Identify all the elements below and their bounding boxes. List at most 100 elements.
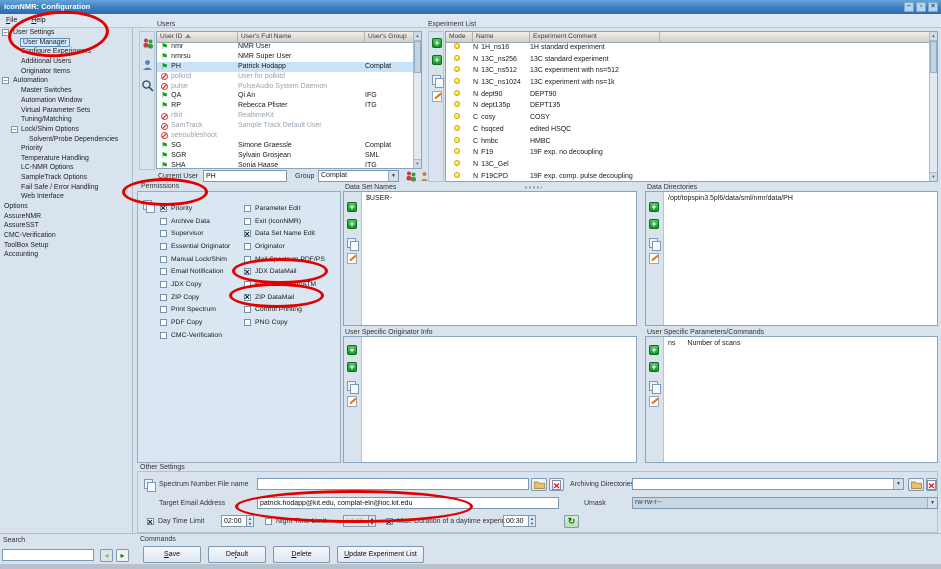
sidebar-item[interactable]: User Settings	[0, 28, 132, 38]
permission-checkbox[interactable]	[244, 256, 251, 263]
experiment-row[interactable]: Chsqced edited HSQC	[446, 124, 929, 136]
permission-checkbox[interactable]	[244, 294, 251, 301]
spinner-arrows-icon[interactable]: ▲▼	[369, 515, 376, 527]
permission-checkbox[interactable]	[244, 319, 251, 326]
user-row[interactable]: ⚑QA Qi An IFG	[157, 91, 413, 101]
permission-checkbox[interactable]	[244, 306, 251, 313]
sidebar-item[interactable]: SampleTrack Options	[0, 173, 132, 183]
night-limit-spinner[interactable]	[343, 515, 369, 527]
sidebar-item[interactable]: CMC-Verification	[0, 231, 132, 241]
user-parameters-list[interactable]: nsNumber of scans	[664, 337, 937, 462]
clear-archive-icon[interactable]	[926, 478, 937, 491]
sidebar-item[interactable]: Tuning/Matching	[0, 115, 132, 125]
refresh-icon[interactable]: ↻	[564, 515, 579, 528]
copy-icon[interactable]	[347, 238, 357, 249]
search-users-icon[interactable]	[141, 79, 154, 94]
experiment-row[interactable]: N13C_ns1024 13C experiment with ns=1k	[446, 77, 929, 89]
chevron-down-icon[interactable]: ▼	[893, 479, 903, 489]
sidebar-item[interactable]: Automation Window	[0, 96, 132, 106]
experiment-row[interactable]: Ccosy COSY	[446, 112, 929, 124]
sidebar-item[interactable]: LC-NMR Options	[0, 163, 132, 173]
experiment-row[interactable]: N13C_ns256 13C standard experiment	[446, 54, 929, 66]
sidebar-item[interactable]: Options	[0, 202, 132, 212]
permission-row[interactable]: Edit Lock/Shim/ATM	[244, 278, 325, 291]
search-input[interactable]	[2, 549, 94, 561]
users-scrollbar[interactable]: ▲ ▼	[413, 32, 421, 168]
experiment-row[interactable]: NF19CPD 19F exp. comp. pulse decoupling	[446, 171, 929, 181]
copy-icon[interactable]	[347, 381, 357, 392]
permission-checkbox[interactable]	[244, 218, 251, 225]
target-email-input[interactable]	[257, 497, 559, 509]
scroll-thumb[interactable]	[414, 41, 421, 73]
sidebar-item[interactable]: Temperature Handling	[0, 154, 132, 164]
list-item[interactable]: /opt/topspin3.5pl6/data/sml/nmr/data/PH	[664, 192, 937, 203]
column-mode[interactable]: Mode	[446, 32, 473, 42]
permission-row[interactable]: Supervisor	[160, 227, 230, 240]
add-icon[interactable]	[347, 345, 357, 355]
permission-row[interactable]: Originator	[244, 240, 325, 253]
user-row[interactable]: ⚑polkitd User for polkitd	[157, 72, 413, 82]
experiment-row[interactable]: Chmbc HMBC	[446, 136, 929, 148]
add-experiment-icon[interactable]	[432, 38, 442, 48]
chevron-down-icon[interactable]: ▼	[388, 171, 398, 181]
permission-row[interactable]: PDF Copy	[160, 316, 230, 329]
list-item[interactable]: $USER-	[362, 192, 636, 203]
edit-experiment-icon[interactable]	[432, 91, 442, 102]
sidebar-item[interactable]: Additional Users	[0, 57, 132, 67]
night-limit-checkbox[interactable]	[265, 518, 272, 525]
experiment-row[interactable]: N13C_Gel	[446, 159, 929, 171]
permission-checkbox[interactable]	[160, 319, 167, 326]
sidebar-item[interactable]: User Manager	[0, 38, 132, 48]
permission-checkbox[interactable]	[160, 243, 167, 250]
permission-checkbox[interactable]	[244, 243, 251, 250]
sidebar-item[interactable]: AssureNMR	[0, 212, 132, 222]
spinner-arrows-icon[interactable]: ▲▼	[247, 515, 254, 527]
permission-row[interactable]: Data Set Name Edit	[244, 227, 325, 240]
column-full-name[interactable]: User's Full Name	[238, 32, 365, 42]
permission-checkbox[interactable]	[160, 256, 167, 263]
user-row[interactable]: ⚑SGR Sylvain Grosjean SML	[157, 151, 413, 161]
permission-row[interactable]: PNG Copy	[244, 316, 325, 329]
experiment-row[interactable]: Ndept90 DEPT90	[446, 89, 929, 101]
user-row[interactable]: ⚑pulse PulseAudio System Daemon	[157, 82, 413, 92]
clear-file-icon[interactable]	[549, 478, 564, 491]
edit-icon[interactable]	[649, 253, 659, 264]
permission-row[interactable]: CMC-Verification	[160, 329, 230, 342]
sidebar-item[interactable]: Priority	[0, 144, 132, 154]
user-row[interactable]: ⚑SHA Sonia Haase ITG	[157, 161, 413, 168]
archiving-combobox[interactable]: ▼	[632, 478, 904, 490]
sidebar-item[interactable]: Web Interface	[0, 192, 132, 202]
day-limit-checkbox[interactable]	[147, 518, 154, 525]
user-row[interactable]: ⚑nmrsu NMR Super User	[157, 52, 413, 62]
sidebar-item[interactable]: ToolBox Setup	[0, 241, 132, 251]
permission-row[interactable]: Essential Originator	[160, 240, 230, 253]
permission-checkbox[interactable]	[160, 230, 167, 237]
edit-icon[interactable]	[347, 253, 357, 264]
sidebar-item[interactable]: Master Switches	[0, 86, 132, 96]
chevron-down-icon[interactable]: ▼	[927, 498, 937, 508]
permission-checkbox[interactable]	[160, 306, 167, 313]
insert-icon[interactable]	[649, 362, 659, 372]
sidebar-item[interactable]: AssureSST	[0, 221, 132, 231]
sidebar-item[interactable]: Fail Safe / Error Handling	[0, 183, 132, 193]
permission-checkbox[interactable]	[160, 218, 167, 225]
max-duration-spinner[interactable]	[503, 515, 529, 527]
permission-checkbox[interactable]	[244, 230, 251, 237]
column-name[interactable]: Name	[473, 32, 530, 42]
column-user-id[interactable]: User ID	[157, 32, 238, 42]
user-row[interactable]: ⚑rtkit RealtimeKit	[157, 111, 413, 121]
edit-icon[interactable]	[347, 396, 357, 407]
group-combobox[interactable]: Complat▼	[318, 170, 399, 182]
user-row[interactable]: ⚑SG Simone Graessle Complat	[157, 141, 413, 151]
menu-file[interactable]: File	[0, 14, 23, 27]
max-duration-checkbox[interactable]	[386, 518, 393, 525]
permission-checkbox[interactable]	[244, 205, 251, 212]
permission-row[interactable]: Email Notification	[160, 265, 230, 278]
user-row[interactable]: ⚑setroubleshoot	[157, 131, 413, 141]
sidebar-item[interactable]: Virtual Parameter Sets	[0, 106, 132, 116]
sidebar-item[interactable]: Lock/Shim Options	[0, 125, 132, 135]
user-icon[interactable]	[142, 59, 153, 73]
experiment-row[interactable]: NF19 19F exp. no decoupling	[446, 147, 929, 159]
browse-folder-icon[interactable]	[531, 478, 547, 491]
list-item[interactable]: nsNumber of scans	[664, 337, 937, 348]
